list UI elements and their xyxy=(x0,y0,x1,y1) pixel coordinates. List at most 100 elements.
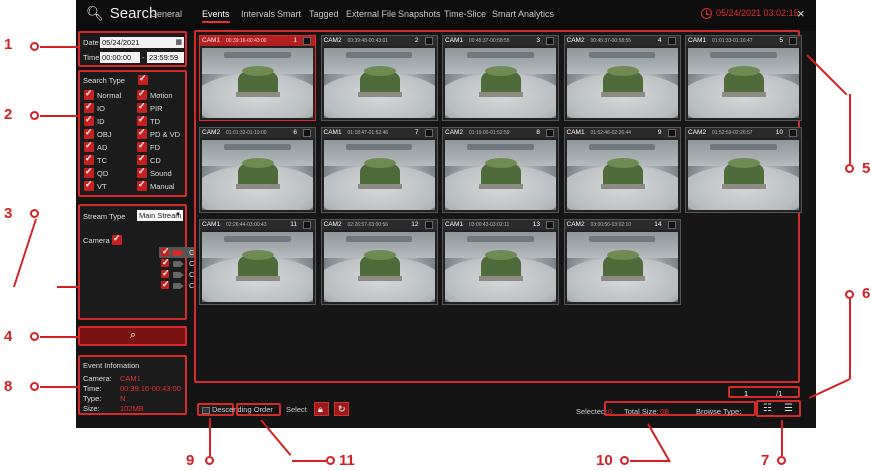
time-start-field[interactable]: 00:00:00 xyxy=(100,52,140,63)
calendar-icon[interactable]: ▦ xyxy=(175,37,182,48)
search-type-checkbox[interactable] xyxy=(84,166,94,178)
search-type-checkbox[interactable] xyxy=(137,88,147,100)
lock-button[interactable]: 🔒︎ xyxy=(314,402,329,416)
event-thumbnail[interactable]: CAM2 02:26:57-03:00:56 12 xyxy=(320,219,438,305)
date-field[interactable]: 05/24/2021 ▦ xyxy=(100,37,184,48)
event-thumbnail[interactable]: CAM2 00:39:48-00:43:01 2 xyxy=(320,35,438,121)
search-type-checkbox[interactable] xyxy=(137,127,147,139)
thumbnail-checkbox[interactable] xyxy=(303,221,311,229)
search-type-checkbox[interactable] xyxy=(137,101,147,113)
tab-snapshots[interactable]: Snapshots xyxy=(398,9,441,19)
search-type-title: Search Type xyxy=(83,76,125,85)
event-info-title: Event Infomation xyxy=(83,361,140,370)
thumbnail-checkbox[interactable] xyxy=(546,129,554,137)
page-current[interactable]: 1 xyxy=(744,389,748,398)
camera-checkbox[interactable] xyxy=(161,279,170,290)
thumbnail-time: 01:01:33-01:19:00 xyxy=(226,130,267,136)
tab-smart[interactable]: Smart xyxy=(277,9,301,19)
camera-all-checkbox[interactable] xyxy=(112,233,122,245)
search-type-checkbox[interactable] xyxy=(137,140,147,152)
event-thumbnail[interactable]: CAM2 03:00:56-03:02:10 14 xyxy=(563,219,681,305)
thumbnail-checkbox[interactable] xyxy=(424,221,433,229)
descending-checkbox[interactable] xyxy=(202,407,210,414)
search-type-all-checkbox[interactable] xyxy=(138,73,148,85)
search-type-checkbox[interactable] xyxy=(84,140,94,152)
search-type-checkbox[interactable] xyxy=(137,114,147,126)
search-button[interactable]: ⌕ xyxy=(78,326,187,346)
camera-checkbox[interactable] xyxy=(161,257,170,268)
thumbnail-image xyxy=(688,48,799,118)
search-type-checkbox[interactable] xyxy=(84,179,94,191)
view-thumbnail-icon[interactable]: ☰ xyxy=(784,403,793,414)
event-thumbnail[interactable]: CAM1 01:18:47-01:52:46 7 xyxy=(320,127,438,213)
search-window: 🔍︎ Search General Events Intervals Smart … xyxy=(76,0,816,428)
thumbnail-checkbox[interactable] xyxy=(667,221,676,229)
thumbnail-checkbox[interactable] xyxy=(789,37,797,45)
search-type-checkbox[interactable] xyxy=(137,153,147,165)
search-type-checkbox[interactable] xyxy=(84,127,94,139)
thumbnail-checkbox[interactable] xyxy=(546,221,554,229)
time-label: Time xyxy=(83,53,100,62)
callout-9: 9 xyxy=(186,452,195,469)
thumbnail-camera: CAM1 xyxy=(566,129,585,136)
thumbnail-number: 13 xyxy=(532,221,540,228)
tab-external-file[interactable]: External File xyxy=(346,9,396,19)
thumbnail-number: 4 xyxy=(657,37,662,44)
tab-intervals[interactable]: Intervals xyxy=(241,9,275,19)
stream-type-select[interactable]: Main Stream ▼ xyxy=(137,210,183,221)
thumbnail-checkbox[interactable] xyxy=(667,37,676,45)
tab-tagged[interactable]: Tagged xyxy=(309,9,339,19)
event-thumbnail[interactable]: CAM2 01:01:33-01:19:00 6 xyxy=(199,127,316,213)
event-thumbnail[interactable]: CAM2 01:19:00-01:52:59 8 xyxy=(442,127,559,213)
event-thumbnail[interactable]: CAM1 03:00:43-03:02:11 13 xyxy=(442,219,559,305)
thumbnail-checkbox[interactable] xyxy=(303,129,311,137)
event-thumbnail[interactable]: CAM1 01:52:46-02:26:44 9 xyxy=(563,127,681,213)
search-type-checkbox[interactable] xyxy=(137,166,147,178)
search-type-label: TD xyxy=(150,117,160,126)
thumbnail-header: CAM1 00:45:37-00:58:55 3 xyxy=(443,36,558,46)
search-type-label: PD & VD xyxy=(150,130,181,139)
view-list-icon[interactable]: ☷ xyxy=(763,403,772,414)
thumbnail-checkbox[interactable] xyxy=(667,129,676,137)
thumbnail-image xyxy=(323,232,435,302)
search-type-checkbox[interactable] xyxy=(137,179,147,191)
video-camera-icon xyxy=(173,261,184,267)
thumbnail-header: CAM1 01:52:46-02:26:44 9 xyxy=(564,128,680,138)
search-type-checkbox[interactable] xyxy=(84,88,94,100)
thumbnail-camera: CAM2 xyxy=(688,129,707,136)
event-thumbnail[interactable]: CAM1 00:45:37-00:58:55 3 xyxy=(442,35,559,121)
tab-smart-analytics[interactable]: Smart Analytics xyxy=(492,9,554,19)
time-separator: - xyxy=(142,53,145,62)
thumbnail-checkbox[interactable] xyxy=(789,129,797,137)
search-type-checkbox[interactable] xyxy=(84,153,94,165)
event-type-value: N xyxy=(120,394,126,403)
datetime: 05/24/2021 03:02:15 xyxy=(716,8,799,18)
close-button[interactable]: × xyxy=(797,6,805,21)
search-icon: ⌕ xyxy=(130,329,137,341)
event-info-panel: Event Infomation Camera: CAM1 Time: 00:3… xyxy=(78,355,187,415)
backup-button[interactable]: ↻ xyxy=(334,402,349,416)
thumbnail-header: CAM2 01:52:59-02:26:57 10 xyxy=(686,128,801,138)
event-thumbnail[interactable]: CAM2 00:45:37-00:58:55 4 xyxy=(563,35,681,121)
callout-4-ring xyxy=(30,332,39,341)
event-thumbnail[interactable]: CAM2 01:52:59-02:26:57 10 xyxy=(685,127,802,213)
callout-7-ring xyxy=(777,456,786,465)
tab-events[interactable]: Events xyxy=(202,9,230,23)
thumbnail-checkbox[interactable] xyxy=(424,129,433,137)
search-type-label: Sound xyxy=(150,169,172,178)
thumbnail-header: CAM1 02:26:44-03:00:43 11 xyxy=(200,220,315,230)
tab-time-slice[interactable]: Time-Slice xyxy=(444,9,486,19)
thumbnail-header: CAM1 01:18:47-01:52:46 7 xyxy=(321,128,437,138)
thumbnail-checkbox[interactable] xyxy=(303,37,311,45)
event-thumbnail[interactable]: CAM1 01:01:33-01:16:47 5 xyxy=(685,35,802,121)
camera-checkbox[interactable] xyxy=(161,268,170,279)
time-end-field[interactable]: 23:59:59 xyxy=(147,52,184,63)
camera-checkbox[interactable] xyxy=(161,246,170,257)
search-type-checkbox[interactable] xyxy=(84,114,94,126)
tab-general[interactable]: General xyxy=(150,9,182,19)
thumbnail-checkbox[interactable] xyxy=(546,37,554,45)
event-thumbnail[interactable]: CAM1 02:26:44-03:00:43 11 xyxy=(199,219,316,305)
thumbnail-checkbox[interactable] xyxy=(424,37,433,45)
event-thumbnail[interactable]: CAM1 00:39:16-00:43:00 1 xyxy=(199,35,316,121)
search-type-checkbox[interactable] xyxy=(84,101,94,113)
